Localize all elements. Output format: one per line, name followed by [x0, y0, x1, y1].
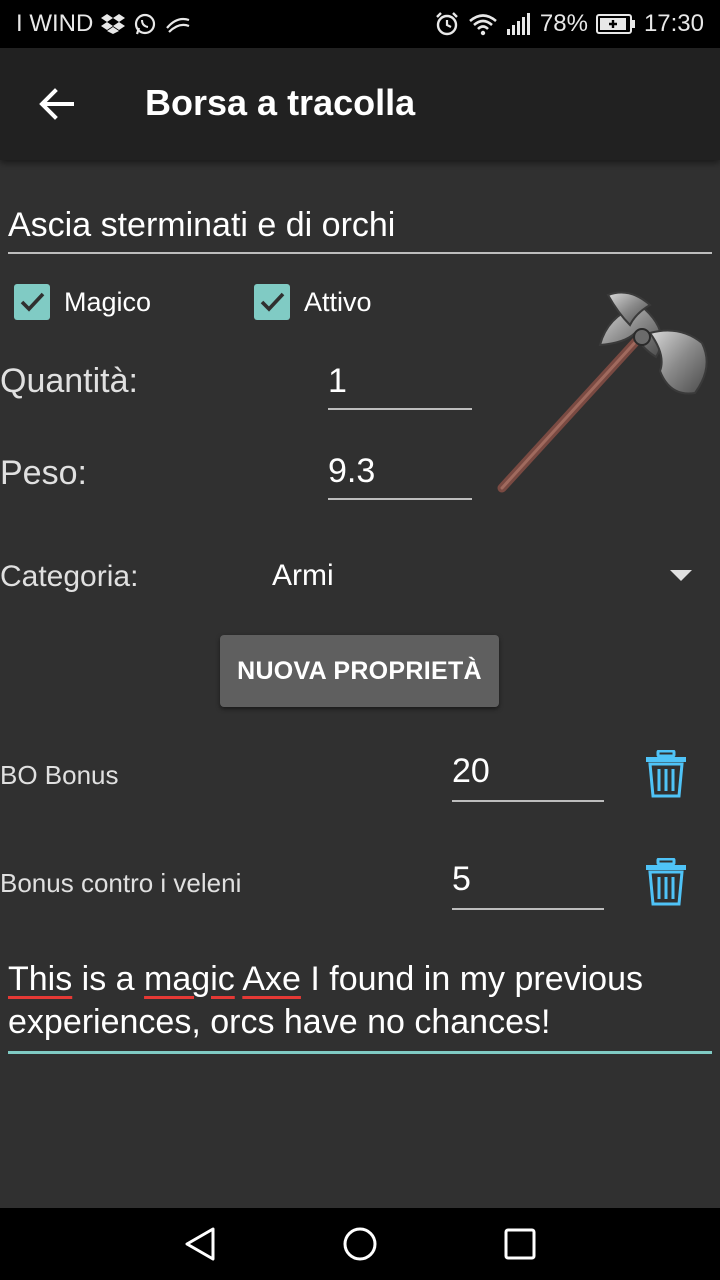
property-value-input[interactable]: 20: [452, 748, 604, 802]
alarm-icon: [434, 11, 460, 37]
status-bar: I WIND 78% 17:30: [0, 0, 720, 48]
carrier-name: I WIND: [16, 10, 94, 37]
nav-recents-button[interactable]: [490, 1214, 550, 1274]
item-name-input[interactable]: Ascia sterminati e di orchi: [8, 196, 712, 254]
status-bar-right: 78% 17:30: [434, 10, 704, 38]
status-bar-left: I WIND: [16, 10, 191, 38]
home-circle-icon: [343, 1227, 377, 1261]
magic-checkbox[interactable]: Magico: [14, 284, 151, 320]
app-bar: Borsa a tracolla: [0, 48, 720, 160]
delete-trash-icon[interactable]: [644, 750, 688, 798]
battery-charging-icon: [595, 13, 636, 35]
property-value-input[interactable]: 5: [452, 856, 604, 910]
clock-time: 17:30: [643, 10, 704, 37]
property-label: BO Bonus: [0, 760, 119, 790]
nav-home-button[interactable]: [330, 1214, 390, 1274]
active-label: Attivo: [304, 286, 372, 317]
magic-label: Magico: [64, 286, 152, 317]
battle-axe-image[interactable]: [490, 285, 715, 500]
note-word-misspelled: Axe: [242, 960, 301, 998]
category-value: Armi: [272, 559, 334, 592]
arrow-back-icon: [39, 88, 74, 120]
dropdown-arrow-icon: [670, 570, 692, 581]
whatsapp-icon: [133, 12, 157, 36]
category-label: Categoria:: [0, 560, 139, 593]
checkbox-checked-icon: [14, 284, 50, 320]
weight-input[interactable]: 9.3: [328, 446, 472, 500]
weight-label: Peso:: [0, 454, 87, 492]
delete-trash-icon[interactable]: [644, 858, 688, 906]
dropbox-icon: [101, 13, 126, 35]
category-dropdown[interactable]: Armi: [272, 552, 692, 600]
note-word-misspelled: magic: [144, 960, 235, 998]
quantity-label: Quantità:: [0, 362, 138, 400]
swiftkey-icon: [165, 14, 191, 34]
wifi-icon: [468, 12, 498, 36]
note-text: is a: [72, 960, 145, 998]
back-triangle-icon: [185, 1227, 215, 1261]
system-nav-bar: [0, 1208, 720, 1280]
property-label: Bonus contro i veleni: [0, 868, 242, 898]
quantity-input[interactable]: 1: [328, 356, 472, 410]
checkbox-checked-icon: [254, 284, 290, 320]
note-word-misspelled: This: [8, 960, 73, 998]
new-property-button[interactable]: NUOVA PROPRIETÀ: [220, 635, 499, 707]
nav-back-button[interactable]: [170, 1214, 230, 1274]
signal-icon: [506, 13, 532, 35]
active-checkbox[interactable]: Attivo: [254, 284, 372, 320]
battery-percent: 78%: [539, 10, 588, 37]
back-button[interactable]: [24, 76, 88, 132]
page-title: Borsa a tracolla: [145, 82, 416, 123]
notes-textarea[interactable]: This is a magic Axe I found in my previo…: [8, 958, 712, 1054]
recents-square-icon: [504, 1228, 536, 1260]
